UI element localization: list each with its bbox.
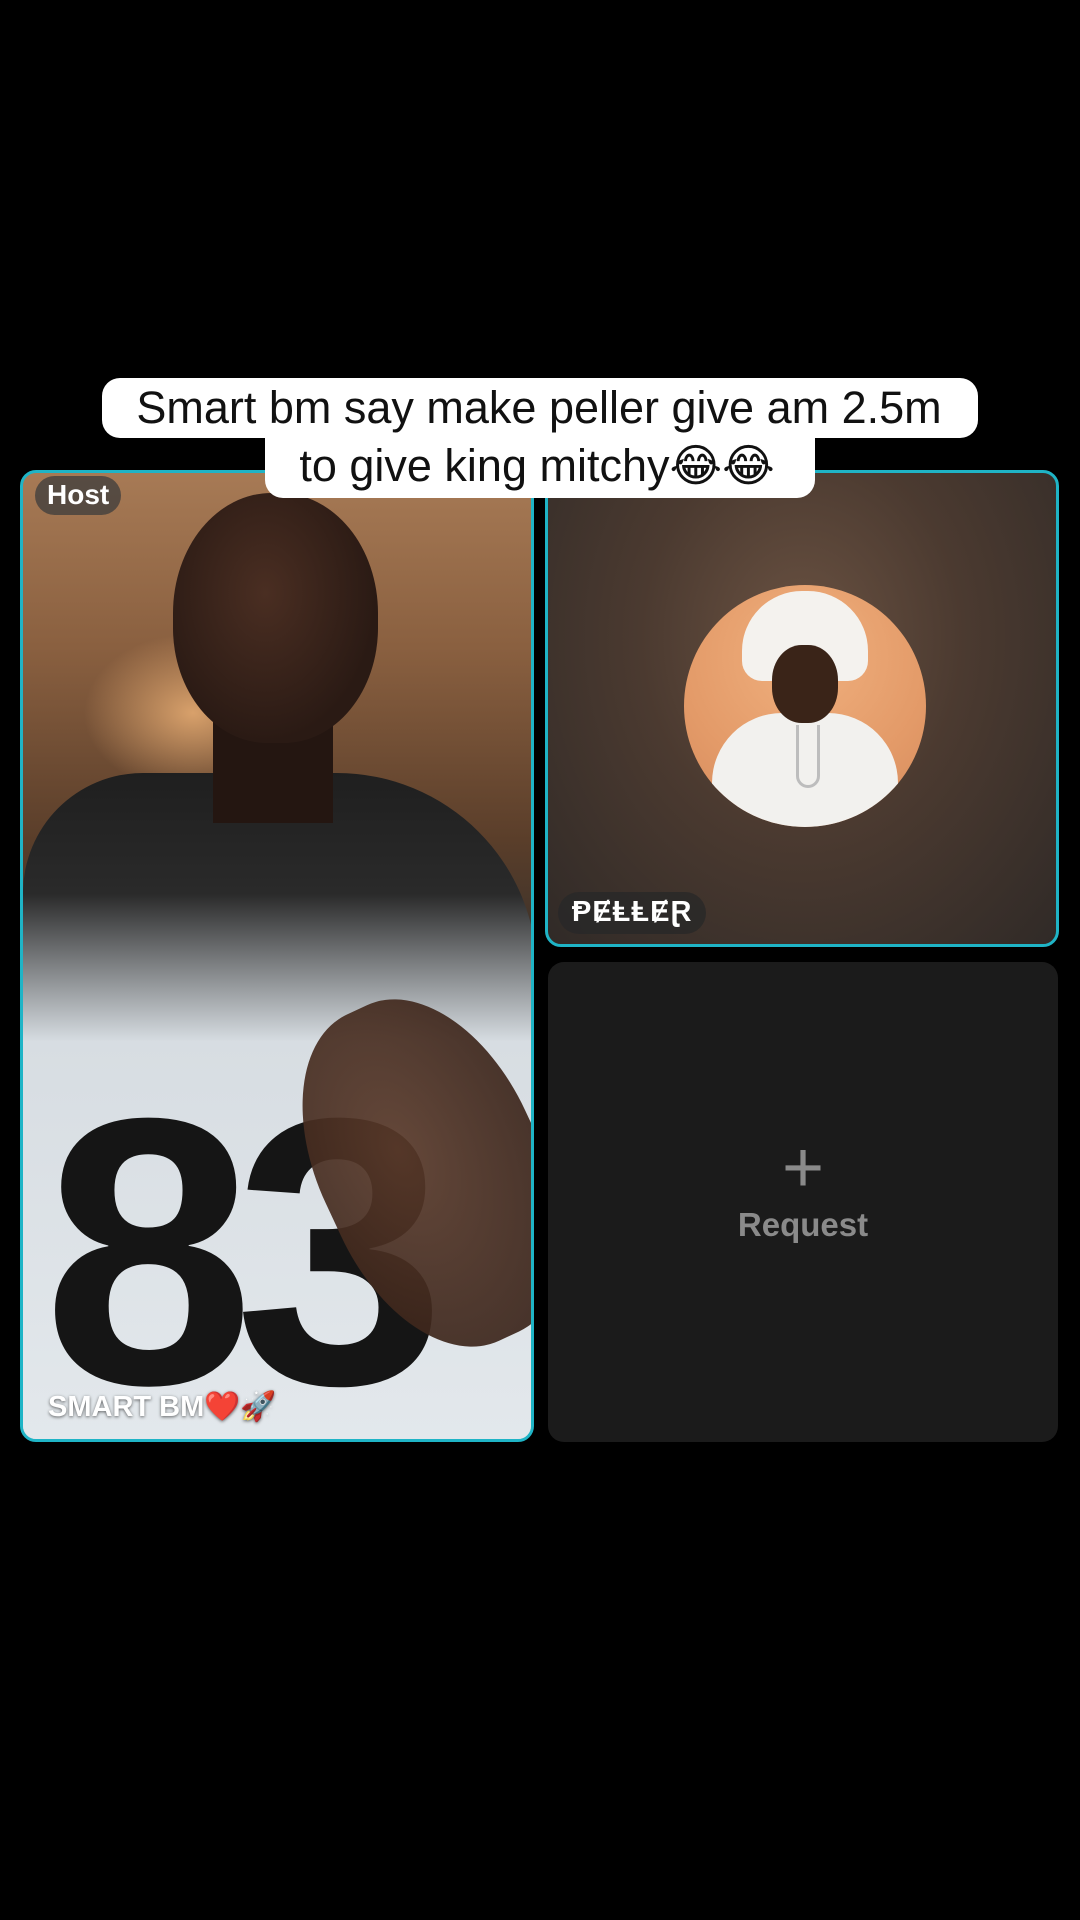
guest-name-label[interactable]: ⱣɆⱠⱠɆⱤ xyxy=(558,892,707,934)
request-slot-tile[interactable]: + Request xyxy=(548,962,1058,1442)
host-name-label[interactable]: SMART BM❤️🚀 xyxy=(48,1390,276,1424)
caption-line-2: to give king mitchy😂😂 xyxy=(265,438,815,498)
host-video-tile[interactable]: 83 Host SMART BM❤️🚀 xyxy=(20,470,534,1442)
guest-tile[interactable]: ⱣɆⱠⱠɆⱤ xyxy=(545,470,1059,947)
guest-avatar[interactable] xyxy=(684,585,926,827)
plus-icon: + xyxy=(781,1128,825,1208)
live-multi-guest-screen: Smart bm say make peller give am 2.5m to… xyxy=(0,0,1080,1920)
request-label: Request xyxy=(737,1206,869,1243)
caption-line-1: Smart bm say make peller give am 2.5m xyxy=(102,378,978,438)
video-caption: Smart bm say make peller give am 2.5m to… xyxy=(0,378,1080,498)
